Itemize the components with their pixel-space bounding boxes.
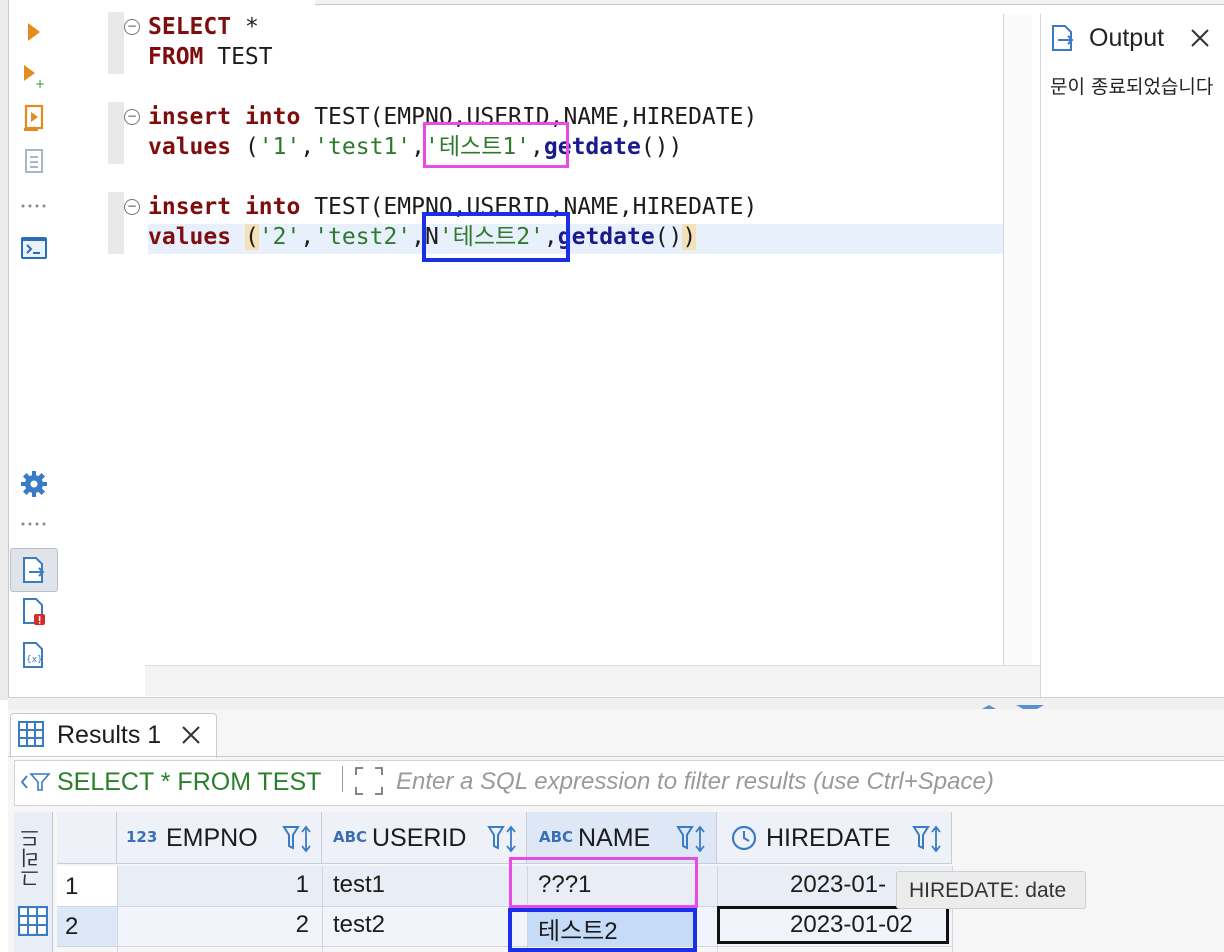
output-message: 문이 종료되었습니다 (1050, 76, 1214, 98)
annotation-box-blue (508, 908, 697, 952)
text-type-icon: ABC (539, 828, 574, 846)
keyword: into (244, 104, 301, 130)
console-icon[interactable] (18, 232, 50, 264)
left-toolbar-edge (0, 0, 9, 700)
filter-query-text[interactable]: SELECT * FROM TEST (57, 768, 321, 797)
cell-empno[interactable]: 2 (117, 911, 309, 939)
cell-hiredate[interactable]: 2023-01- (790, 871, 886, 899)
column-label-userid: USERID (372, 824, 467, 852)
results-tab-label: Results 1 (57, 721, 162, 749)
code-text: , (300, 134, 315, 160)
annotation-box-blue (422, 212, 570, 262)
annotation-box-pink (509, 857, 698, 908)
code-text: , (300, 224, 315, 250)
annotation-box-pink (423, 122, 569, 168)
execute-script-icon[interactable] (18, 102, 50, 134)
column-filter-sort-icon[interactable] (912, 824, 946, 854)
results-tab-close-icon[interactable] (180, 724, 202, 750)
variables-icon[interactable]: {x} (18, 640, 50, 672)
output-panel-toggle-icon[interactable] (10, 548, 58, 592)
grid-line (57, 946, 952, 947)
keyword: insert (148, 194, 232, 220)
string-literal: '1' (258, 134, 301, 160)
bracket-match: ( (244, 224, 259, 250)
fold-toggle-icon[interactable]: − (124, 199, 140, 215)
date-type-clock-icon (730, 824, 758, 856)
error-log-icon[interactable] (18, 596, 50, 628)
keyword: values (148, 134, 232, 160)
filter-divider (342, 766, 343, 792)
column-label-hiredate: HIREDATE (766, 824, 891, 852)
code-text: ( (231, 134, 259, 160)
tab-divider (8, 756, 1224, 757)
row-number-header (57, 812, 117, 864)
svg-text:{x}: {x} (26, 655, 43, 665)
editor-vertical-scrollbar[interactable] (1003, 14, 1032, 666)
code-line-1[interactable]: SELECT * (148, 12, 259, 42)
column-filter-sort-icon[interactable] (676, 824, 710, 854)
code-text: ()) (640, 134, 683, 160)
cell-hiredate[interactable]: 2023-01-02 (790, 911, 913, 939)
function-name: getdate (557, 224, 655, 250)
string-literal: 'test2' (314, 224, 412, 250)
expand-filter-icon[interactable] (354, 766, 384, 800)
filter-expression-input[interactable]: Enter a SQL expression to filter results… (396, 768, 994, 796)
bracket-match: ) (682, 224, 697, 250)
grid-line (322, 866, 323, 952)
grid-view-label: 그리드 (19, 828, 43, 888)
text-type-icon: ABC (333, 828, 368, 846)
fold-toggle-icon[interactable]: − (124, 109, 140, 125)
editor-gutter-block (108, 102, 124, 164)
execute-statement-icon[interactable] (18, 16, 50, 48)
string-literal: '2' (258, 224, 301, 250)
keyword: into (244, 194, 301, 220)
settings-gear-icon[interactable] (18, 468, 50, 500)
output-icon (1050, 24, 1076, 58)
grid-view-icon[interactable] (17, 905, 49, 940)
keyword: FROM (148, 44, 204, 70)
editor-gutter-block (108, 192, 124, 254)
query-icon (19, 770, 53, 798)
string-literal: 'test1' (314, 134, 412, 160)
column-label-name: NAME (578, 824, 651, 852)
column-filter-sort-icon[interactable] (487, 824, 521, 854)
execute-script-disabled-icon (18, 146, 50, 178)
numeric-type-icon: 123 (126, 828, 158, 846)
output-close-icon[interactable] (1188, 26, 1212, 54)
fold-toggle-icon[interactable]: − (124, 19, 140, 35)
column-type-tooltip: HIREDATE: date (896, 871, 1086, 909)
editor-horizontal-scrollbar[interactable] (145, 665, 1040, 696)
code-line-4[interactable]: values ('1','test1','테스트1',getdate()) (148, 132, 682, 162)
keyword: values (148, 224, 232, 250)
keyword: SELECT (148, 14, 232, 40)
grid-icon (18, 721, 44, 751)
cell-userid[interactable]: test1 (333, 871, 385, 899)
output-panel (1040, 14, 1224, 704)
code-text: * (231, 14, 259, 40)
keyword: insert (148, 104, 232, 130)
code-line-2[interactable]: FROM TEST (148, 42, 273, 72)
svg-text:+: + (35, 77, 45, 89)
column-label-empno: EMPNO (166, 824, 258, 852)
code-text: () (654, 224, 683, 250)
row-number: 2 (65, 913, 79, 940)
toolbar-more-icon[interactable] (18, 190, 50, 222)
toolbar-more-icon-2[interactable] (18, 508, 50, 540)
output-tab-label[interactable]: Output (1089, 24, 1164, 53)
row-number: 1 (65, 873, 79, 900)
code-text: TEST (203, 44, 273, 70)
editor-gutter-block (108, 12, 124, 74)
cell-empno[interactable]: 1 (117, 871, 309, 899)
column-filter-sort-icon[interactable] (282, 824, 316, 854)
execute-new-tab-icon[interactable]: + (18, 60, 50, 92)
cell-userid[interactable]: test2 (333, 911, 385, 939)
editor-top-border (315, 0, 1224, 5)
